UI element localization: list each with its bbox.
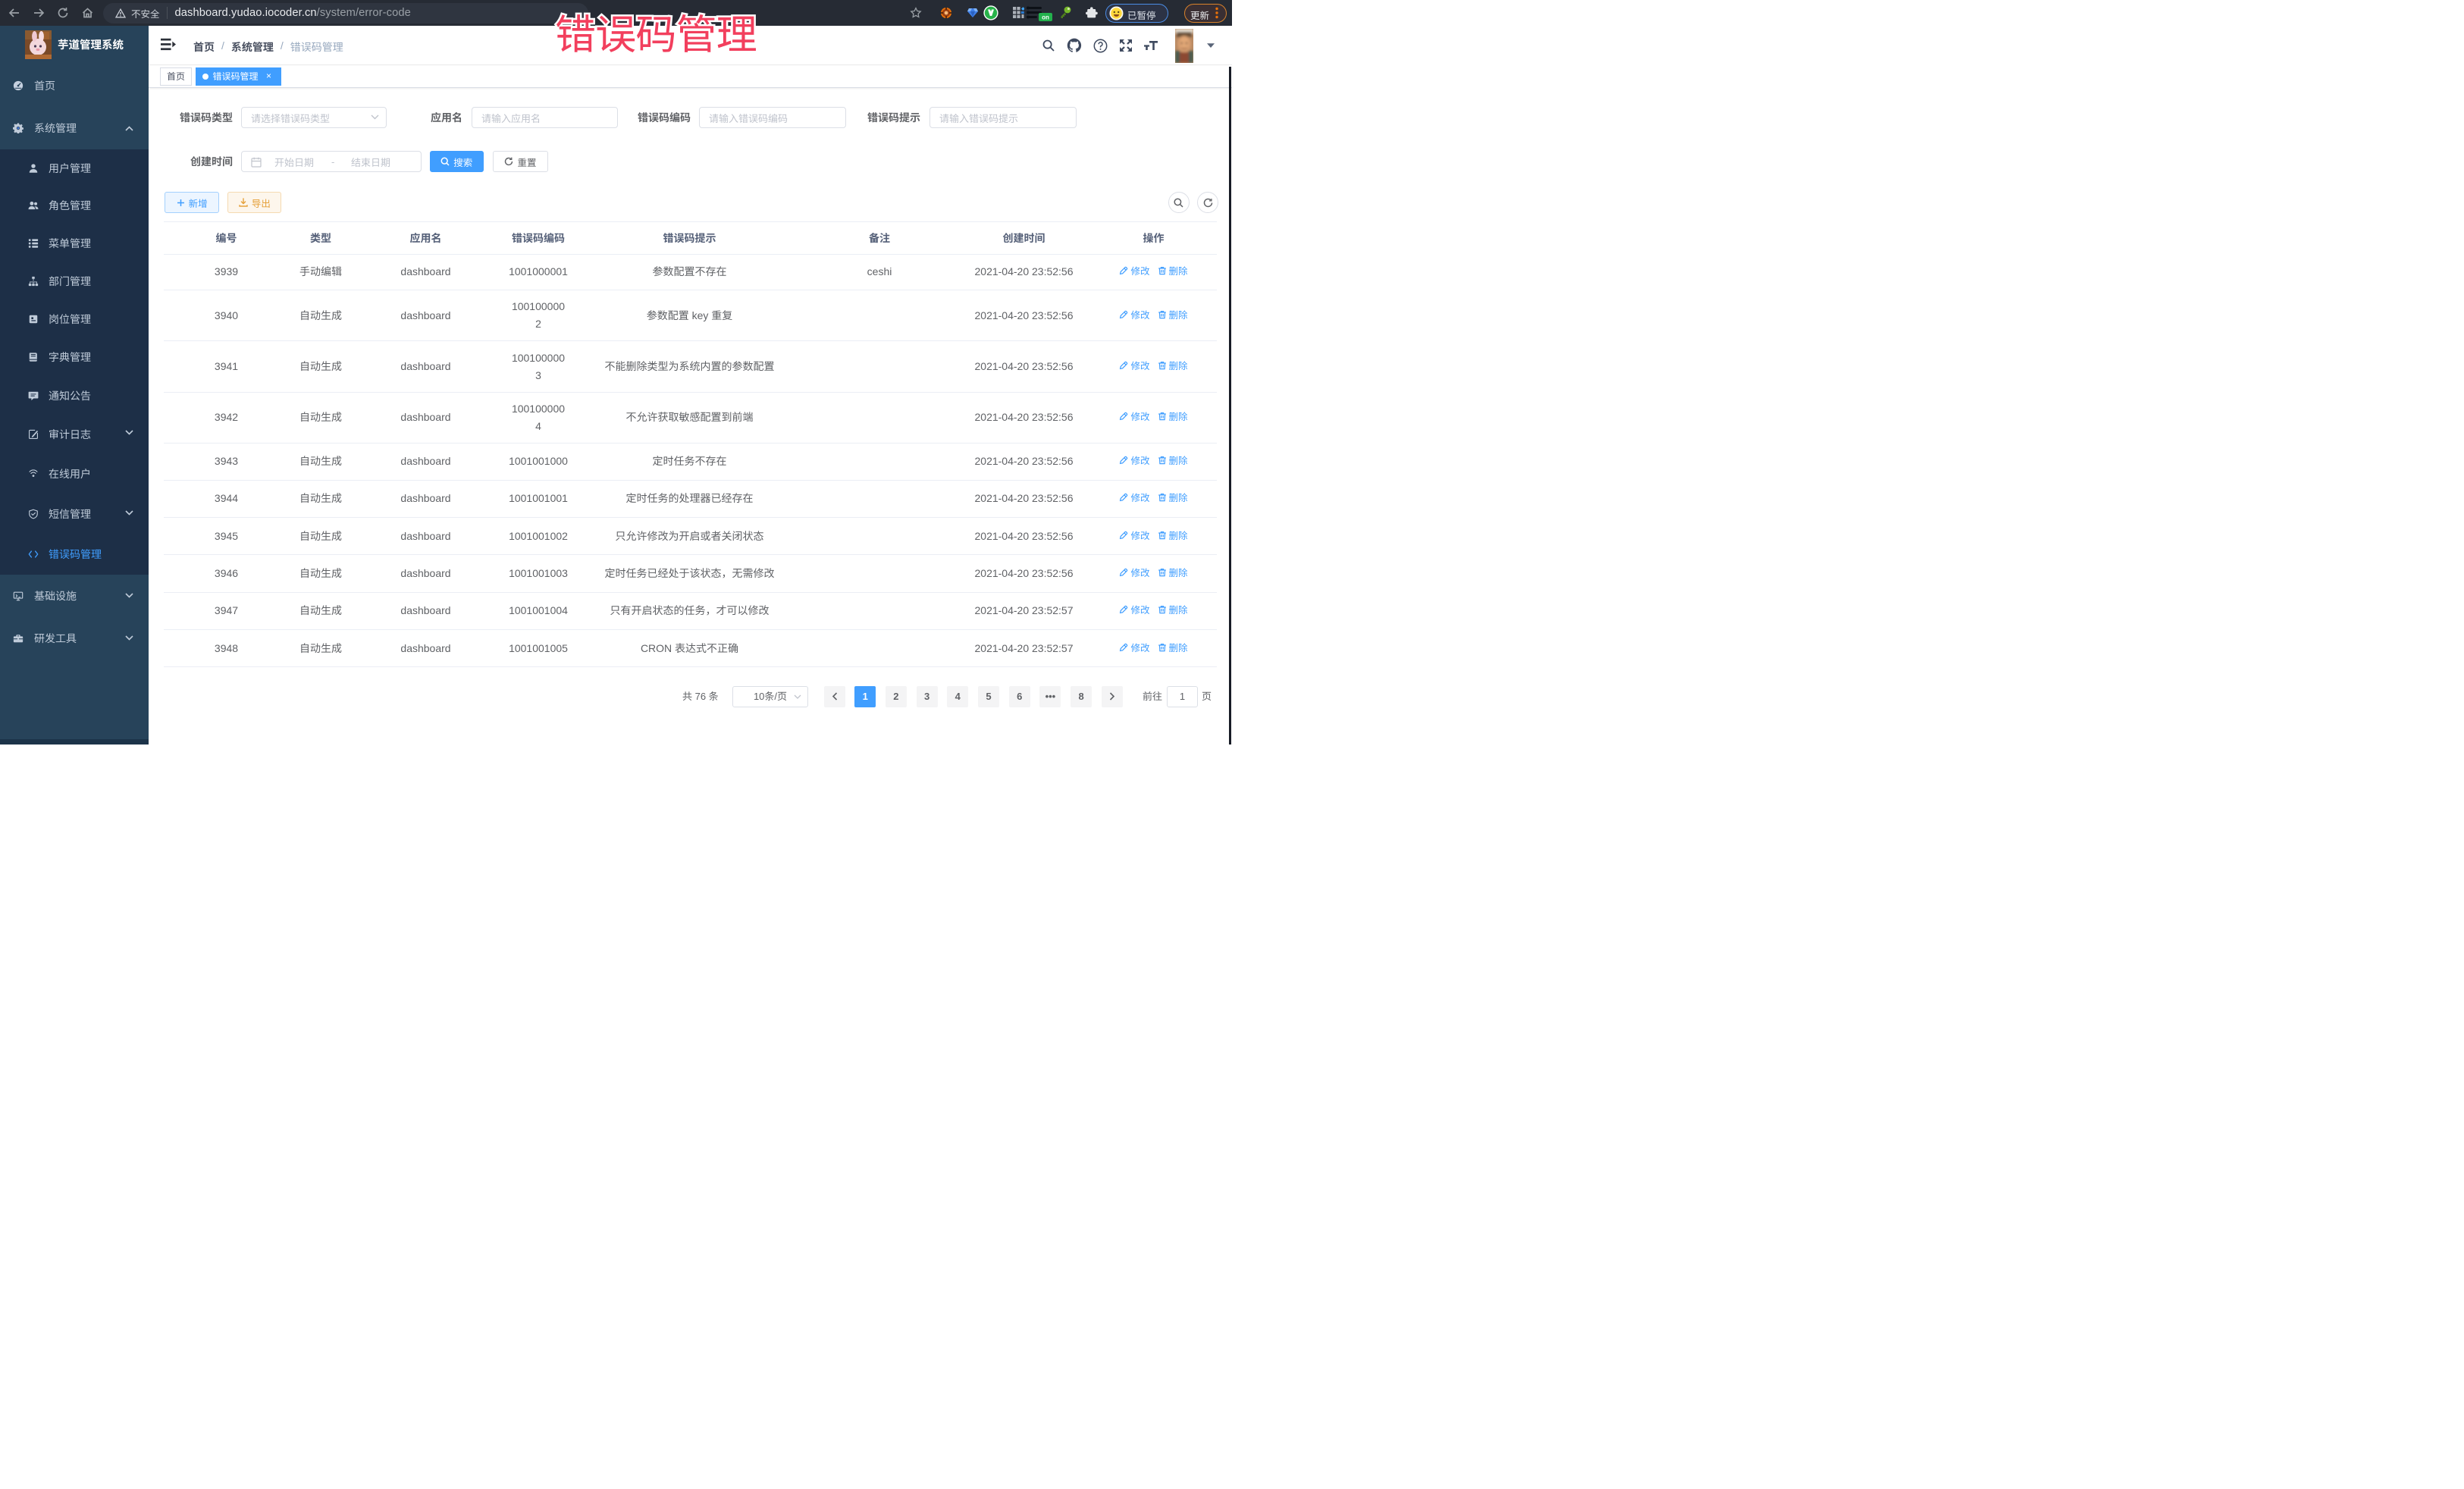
svg-text:on: on	[1042, 14, 1049, 21]
svg-text:错误码管理: 错误码管理	[555, 13, 757, 58]
